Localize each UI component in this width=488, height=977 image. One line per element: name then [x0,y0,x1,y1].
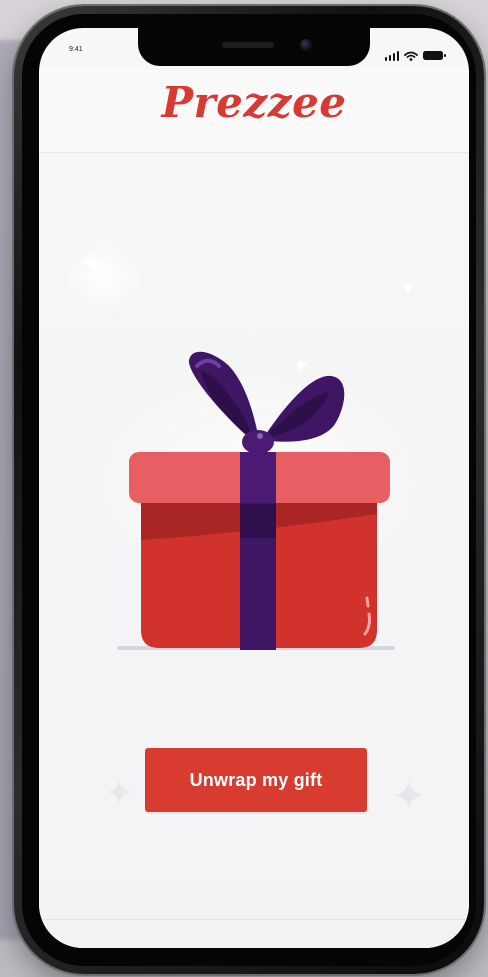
gift-reveal-content: Unwrap my gift [39,153,469,948]
notch [138,28,370,66]
phone-screen: 9:41 Prezzee Unwrap my gift [39,28,469,948]
app-header: Prezzee [39,70,469,153]
status-time: 9:41 [69,46,83,53]
background-stage: 9:41 Prezzee Unwrap my gift [0,0,488,977]
battery-icon [423,51,446,60]
bottom-safe-area [39,919,469,948]
speaker-grille [222,42,274,48]
prezzee-logo: Prezzee [161,78,347,127]
gift-box-icon [117,351,395,650]
front-camera [300,39,312,51]
status-icons [384,46,446,65]
sparkle-icon [394,780,424,810]
sparkle-icon [401,280,415,294]
wifi-icon [404,46,418,65]
sparkle-glow [59,233,149,323]
signal-icon [384,50,399,61]
sparkle-icon [107,780,131,804]
unwrap-gift-button[interactable]: Unwrap my gift [145,748,367,812]
sparkle-icon [81,251,105,275]
